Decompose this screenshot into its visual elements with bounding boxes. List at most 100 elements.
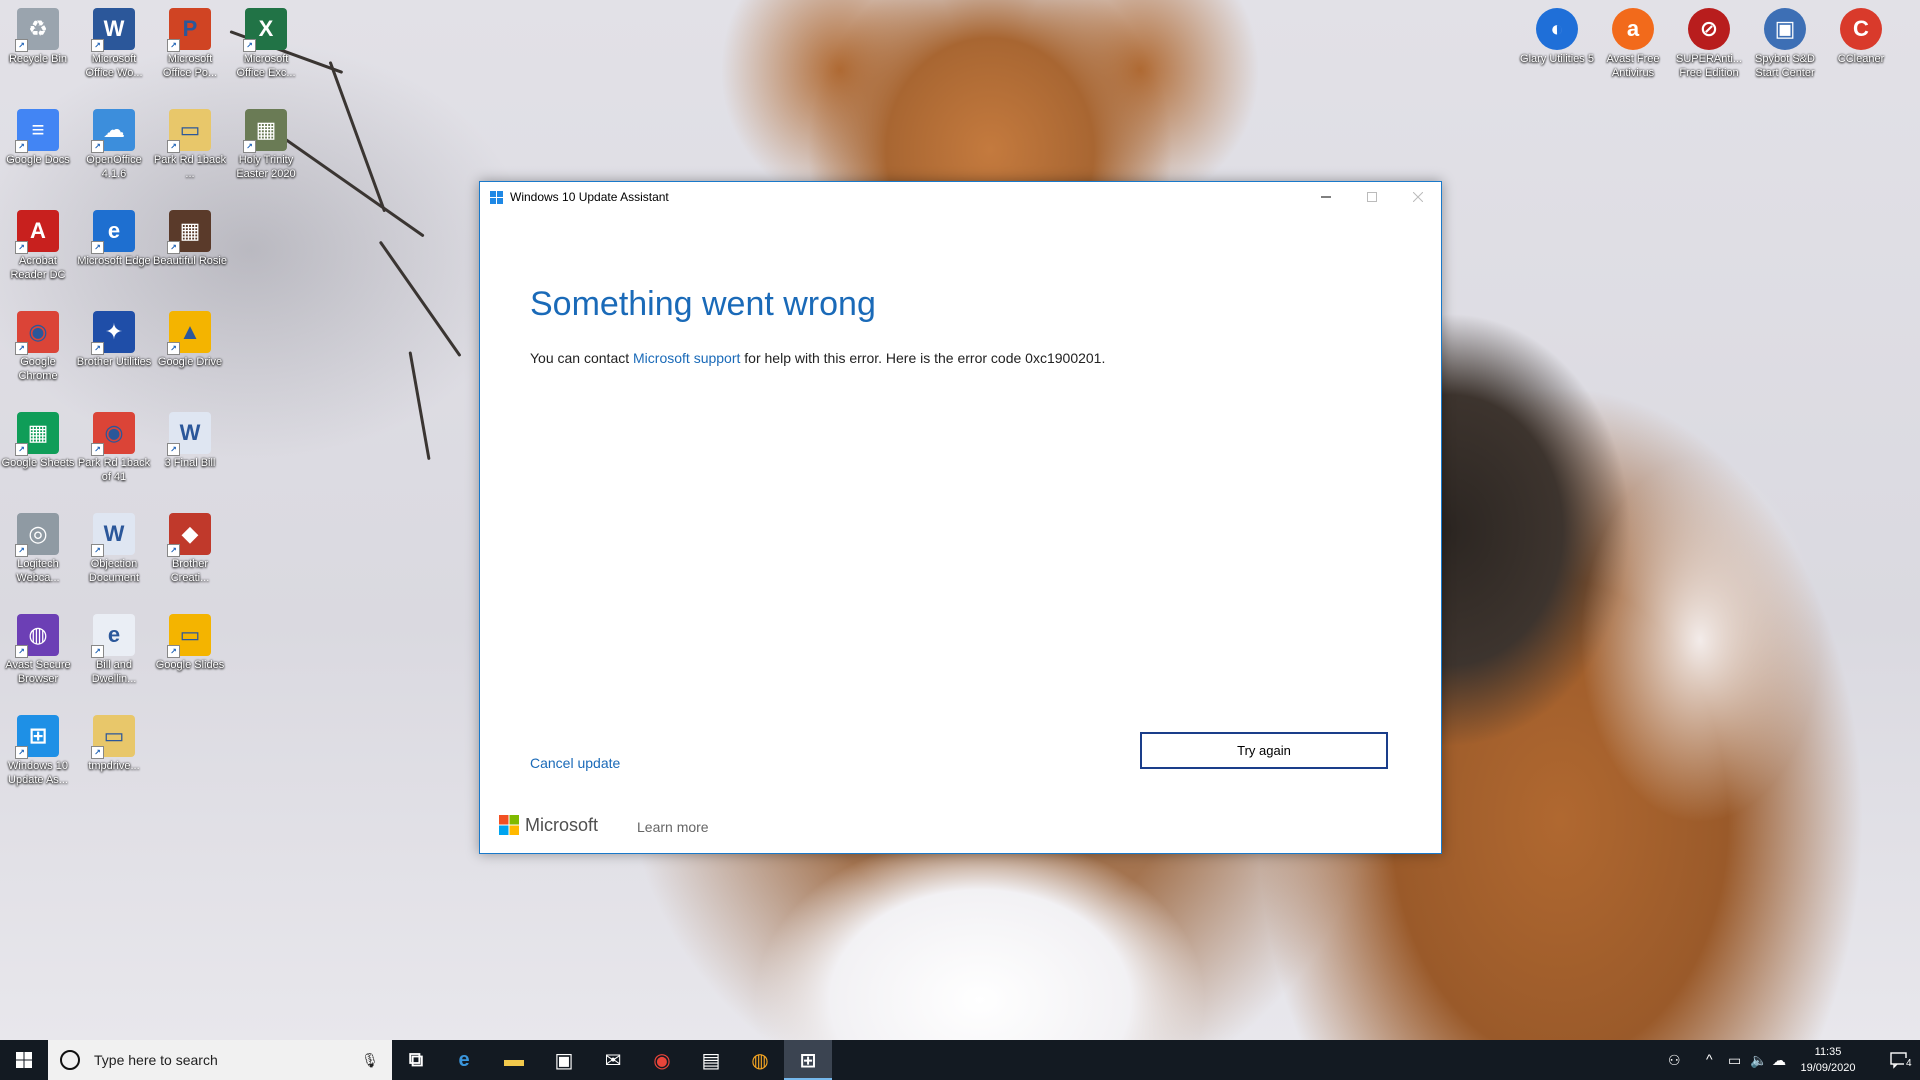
taskbar-app-button[interactable]: ✉ [589,1040,637,1080]
shortcut-arrow-icon: ↗ [167,39,180,52]
desktop-icon[interactable]: A ↗ Acrobat Reader DC [0,210,76,282]
desktop-icon[interactable]: e ↗ Microsoft Edge [76,210,152,268]
people-icon[interactable]: ⚇ [1668,1052,1681,1069]
shortcut-arrow-icon: ↗ [15,342,28,355]
google-slides-icon: ▭ ↗ [167,614,211,658]
close-button[interactable] [1395,182,1441,212]
desktop-icon[interactable]: ✦ ↗ Brother Utilities [76,311,152,369]
desktop-icon[interactable]: ▣ Spybot S&D Start Center [1747,8,1823,80]
shortcut-arrow-icon: ↗ [91,645,104,658]
desktop-icon[interactable]: ◉ ↗ Google Chrome [0,311,76,383]
desktop-icon[interactable]: ⊘ SUPERAnti... Free Edition [1671,8,1747,80]
icon-glyph: ◉ [104,420,124,445]
desktop-icon[interactable]: W ↗ Microsoft Office Wo... [76,8,152,80]
desktop-icon-label: Brother Utilities [76,356,152,368]
onedrive-icon[interactable]: ☁ [1772,1052,1786,1069]
taskbar-app-button[interactable]: ◍ [736,1040,784,1080]
desktop-icon[interactable]: W ↗ Objection Document [76,513,152,585]
desktop-icon-label: Park Rd 1back ... [153,154,227,180]
desktop-icon[interactable]: ◉ ↗ Park Rd 1back of 41 [76,412,152,484]
desktop-icon[interactable]: ◆ ↗ Brother Creati... [152,513,228,585]
desktop-icon[interactable]: ⊞ ↗ Windows 10 Update As... [0,715,76,787]
chevron-up-icon[interactable]: ^ [1706,1051,1713,1067]
desktop-icon[interactable]: ◍ ↗ Avast Secure Browser [0,614,76,686]
icon-glyph: ◆ [181,521,199,546]
icon-glyph: X [258,16,274,41]
microphone-icon[interactable]: 🎙 [360,1052,380,1069]
icon-glyph: ▲ [179,319,201,344]
desktop-icon[interactable]: ☁ ↗ OpenOffice 4.1.6 [76,109,152,181]
desktop-icon[interactable]: a Avast Free Antivirus [1595,8,1671,80]
taskbar: Type here to search 🎙 ⧉ e ▬ ▣ ✉ ◉ ▤ ◍ ⊞ ⚇ ^ ▭ 🔈 … [0,1040,1920,1080]
icon-glyph: A [30,218,46,243]
microsoft-support-link[interactable]: Microsoft support [633,350,740,366]
taskbar-app-button[interactable]: ▣ [540,1040,588,1080]
start-button[interactable] [0,1040,48,1080]
desktop-icon[interactable]: C CCleaner [1823,8,1899,66]
desktop-icon[interactable]: ▦ ↗ Holy Trinity Easter 2020 [228,109,304,181]
desktop-icon[interactable]: ▦ ↗ Google Sheets [0,412,76,470]
desktop-icon[interactable]: ▭ ↗ tmpdrive... [76,715,152,773]
shortcut-arrow-icon: ↗ [15,544,28,557]
taskbar-app-button[interactable]: ⧉ [392,1040,440,1080]
icon-glyph: ▭ [179,622,201,647]
powerpoint-icon: P ↗ [167,8,211,52]
icon-glyph: e [107,218,121,243]
taskbar-app-button[interactable]: ▤ [687,1040,735,1080]
desktop-icon[interactable]: ▲ ↗ Google Drive [152,311,228,369]
desktop-icon-label: Microsoft Office Exc... [236,53,296,79]
minimize-button[interactable] [1303,182,1349,212]
brother-utilities-icon: ✦ ↗ [91,311,135,355]
desktop-icon[interactable]: ♻ ↗ Recycle Bin [0,8,76,66]
word-icon: W ↗ [91,8,135,52]
minimize-icon [1321,196,1331,198]
desktop-icon[interactable]: ▭ ↗ Park Rd 1back ... [152,109,228,181]
icon-glyph: ▭ [179,117,201,142]
taskbar-search-box[interactable]: Type here to search 🎙 [48,1040,392,1080]
shortcut-arrow-icon: ↗ [167,645,180,658]
icon-glyph: ⊞ [28,723,48,748]
taskbar-app-button[interactable]: ◉ [638,1040,686,1080]
desktop-icon[interactable]: e ↗ Bill and Dwellin... [76,614,152,686]
desktop-icon[interactable]: ◎ ↗ Logitech Webca... [0,513,76,585]
photo-icon: ▦ ↗ [167,210,211,254]
shortcut-arrow-icon: ↗ [167,241,180,254]
icon-glyph: ▦ [255,117,277,142]
desktop-icon[interactable]: ▦ ↗ Beautiful Rosie [152,210,228,268]
shortcut-arrow-icon: ↗ [91,746,104,759]
shortcut-arrow-icon: ↗ [91,140,104,153]
desktop-icon[interactable]: W ↗ 3 Final Bill [152,412,228,470]
desktop-icon[interactable]: ≡ ↗ Google Docs [0,109,76,167]
desktop-icon[interactable]: P ↗ Microsoft Office Po... [152,8,228,80]
desktop-icon[interactable]: ▭ ↗ Google Slides [152,614,228,672]
desktop-icon-label: Google Docs [6,154,70,166]
icon-glyph: ▦ [179,218,201,243]
maximize-button[interactable] [1349,182,1395,212]
window-titlebar[interactable]: Windows 10 Update Assistant [480,182,1441,212]
taskbar-app-button[interactable]: ⊞ [784,1040,832,1080]
microsoft-logo-icon [499,815,519,835]
taskbar-clock[interactable]: 11:35 19/09/2020 [1788,1044,1868,1076]
taskbar-app-button[interactable]: e [440,1040,488,1080]
desktop-icon-label: Holy Trinity Easter 2020 [236,154,296,180]
cancel-update-link[interactable]: Cancel update [530,755,620,771]
desktop-icon[interactable]: X ↗ Microsoft Office Exc... [228,8,304,80]
avast-browser-icon: ◍ [751,1049,769,1072]
shortcut-arrow-icon: ↗ [91,443,104,456]
network-icon[interactable]: ▭ [1728,1052,1741,1069]
task-view-icon: ⧉ [408,1048,424,1071]
try-again-button[interactable]: Try again [1140,732,1388,769]
taskbar-app-button[interactable]: ▬ [490,1040,538,1080]
icon-glyph: ♻ [28,16,48,41]
icon-glyph: ✦ [104,319,124,344]
error-message: You can contact Microsoft support for he… [530,350,1105,366]
action-center-button[interactable]: 4 [1878,1040,1920,1080]
desktop-icon[interactable]: ◐ Glary Utilities 5 [1519,8,1595,66]
desktop-icon-label: Microsoft Edge [77,255,151,267]
control-panel-icon: ▤ [701,1049,721,1072]
desktop-icon-label: Avast Secure Browser [5,659,71,685]
learn-more-link[interactable]: Learn more [637,819,709,835]
desktop-icon-label: SUPERAnti... Free Edition [1675,53,1743,79]
volume-icon[interactable]: 🔈 [1750,1052,1767,1069]
icon-glyph: W [103,521,125,546]
